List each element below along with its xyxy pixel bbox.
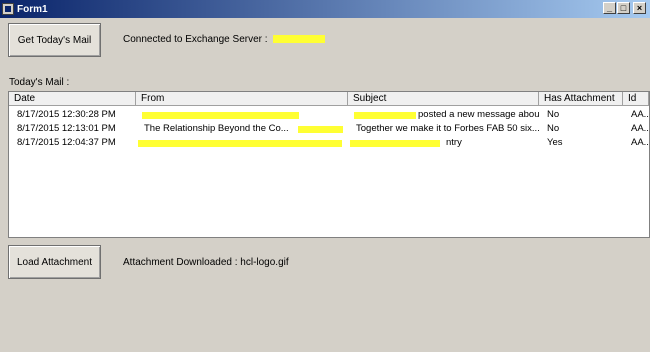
cell-from: The Relationship Beyond the Co... <box>136 122 348 136</box>
cell-from <box>136 136 348 150</box>
cell-subject: ntry <box>348 136 539 150</box>
cell-from-text: The Relationship Beyond the Co... <box>144 123 289 134</box>
cell-subject-text: posted a new message about... <box>418 109 539 120</box>
window-controls: _ □ × <box>603 2 646 14</box>
column-header-has-attachment[interactable]: Has Attachment <box>539 92 623 106</box>
column-header-from[interactable]: From <box>136 92 348 106</box>
minimize-icon[interactable]: _ <box>603 2 616 14</box>
cell-id: AA... <box>631 123 649 134</box>
table-row[interactable]: 8/17/2015 12:13:01 PM The Relationship B… <box>9 122 649 136</box>
column-header-date[interactable]: Date <box>9 92 136 106</box>
cell-id: AA... <box>631 109 649 120</box>
maximize-icon[interactable]: □ <box>617 2 630 14</box>
load-attachment-button[interactable]: Load Attachment <box>8 245 101 279</box>
cell-date: 8/17/2015 12:04:37 PM <box>17 137 116 148</box>
cell-has-attachment: No <box>547 123 560 134</box>
title-bar: Form1 _ □ × <box>0 0 650 18</box>
sender-redaction <box>298 126 343 133</box>
column-header-subject[interactable]: Subject <box>348 92 539 106</box>
cell-from <box>136 108 348 122</box>
cell-subject-text: ntry <box>446 137 462 148</box>
cell-has-attachment: Yes <box>547 137 563 148</box>
todays-mail-label: Today's Mail : <box>9 77 70 88</box>
sender-redaction <box>142 112 299 119</box>
connection-status: Connected to Exchange Server : <box>123 34 326 45</box>
cell-date: 8/17/2015 12:13:01 PM <box>17 123 116 134</box>
cell-subject: Together we make it to Forbes FAB 50 six… <box>356 123 539 134</box>
cell-subject: posted a new message about... <box>348 108 539 122</box>
cell-date: 8/17/2015 12:30:28 PM <box>17 109 116 120</box>
subject-redaction <box>354 112 416 119</box>
cell-id: AA... <box>631 137 649 148</box>
form-app-icon <box>2 3 14 15</box>
column-header-id[interactable]: Id <box>623 92 649 106</box>
table-row[interactable]: 8/17/2015 12:30:28 PM posted a new messa… <box>9 108 649 122</box>
mail-list-view[interactable]: Date From Subject Has Attachment Id 8/17… <box>8 91 650 238</box>
get-todays-mail-button[interactable]: Get Today's Mail <box>8 23 101 57</box>
close-icon[interactable]: × <box>633 2 646 14</box>
server-name-redaction <box>273 35 326 44</box>
list-header: Date From Subject Has Attachment Id <box>9 92 649 106</box>
sender-redaction <box>138 140 342 147</box>
connection-status-text: Connected to Exchange Server : <box>123 34 268 45</box>
attachment-status: Attachment Downloaded : hcl-logo.gif <box>123 257 289 268</box>
cell-has-attachment: No <box>547 109 560 120</box>
window-title: Form1 <box>17 3 48 15</box>
subject-redaction <box>350 140 440 147</box>
table-row[interactable]: 8/17/2015 12:04:37 PM ntry Yes AA... <box>9 136 649 150</box>
